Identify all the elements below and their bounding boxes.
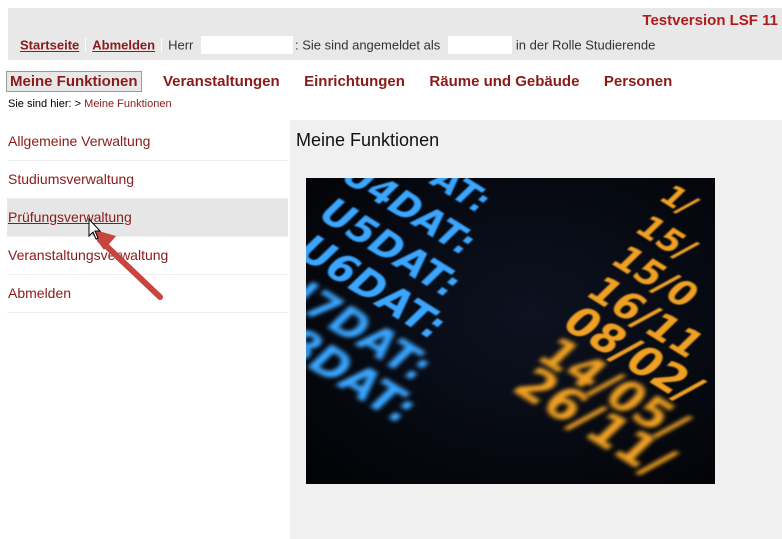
sidebar: Allgemeine Verwaltung Studiumsverwaltung…	[7, 123, 288, 313]
top-header-bar: Testversion LSF 11 Startseite Abmelden Her…	[8, 8, 782, 60]
role-text: in der Rolle Studierende	[515, 37, 656, 53]
brand-title: Testversion LSF 11	[642, 12, 778, 29]
sidebar-item-label: Veranstaltungsverwaltung	[8, 247, 169, 263]
page-title: Meine Funktionen	[296, 130, 440, 150]
separator	[161, 38, 163, 52]
tab-veranstaltungen[interactable]: Veranstaltungen	[160, 72, 283, 91]
sidebar-item-veranstaltungsverwaltung[interactable]: Veranstaltungsverwaltung	[7, 237, 288, 275]
user-bar: Startseite Abmelden Herr : Sie sind angeme…	[20, 36, 655, 54]
breadcrumb: Sie sind hier: > Meine Funktionen	[8, 98, 172, 110]
sidebar-item-pruefungsverwaltung[interactable]: Prüfungsverwaltung	[7, 199, 288, 237]
breadcrumb-current[interactable]: Meine Funktionen	[84, 98, 171, 110]
sidebar-item-studiumsverwaltung[interactable]: Studiumsverwaltung	[7, 161, 288, 199]
logout-link[interactable]: Abmelden	[92, 38, 155, 53]
separator	[85, 38, 87, 52]
sidebar-item-abmelden[interactable]: Abmelden	[7, 275, 288, 313]
salutation: Herr	[168, 37, 194, 53]
user-name-redacted	[201, 36, 293, 54]
sidebar-item-label: Studiumsverwaltung	[8, 171, 135, 187]
main-navigation: Meine Funktionen Veranstaltungen Einrich…	[6, 71, 689, 93]
breadcrumb-prefix: Sie sind hier:	[8, 98, 72, 110]
tab-personen[interactable]: Personen	[601, 72, 675, 91]
sidebar-item-label: Allgemeine Verwaltung	[8, 133, 151, 149]
screen-image-svg: U1DAT:U2DAT:U3DAT:U4DAT:U5DAT:U6DAT:U7DA…	[306, 178, 715, 484]
tab-einrichtungen[interactable]: Einrichtungen	[301, 72, 408, 91]
username-redacted	[447, 36, 512, 54]
sidebar-item-label: Abmelden	[8, 285, 72, 301]
sidebar-item-label: Prüfungsverwaltung	[8, 209, 132, 225]
start-page-link[interactable]: Startseite	[20, 38, 79, 53]
tab-meine-funktionen[interactable]: Meine Funktionen	[6, 71, 142, 92]
sidebar-item-allgemeine-verwaltung[interactable]: Allgemeine Verwaltung	[7, 123, 288, 161]
breadcrumb-separator: >	[74, 98, 82, 110]
decorative-data-screen-image: U1DAT:U2DAT:U3DAT:U4DAT:U5DAT:U6DAT:U7DA…	[306, 178, 715, 484]
main-content: Meine Funktionen U1DAT:U2DAT:U3DAT:U4DAT…	[290, 120, 782, 539]
logged-in-text: : Sie sind angemeldet als	[295, 37, 441, 53]
tab-raeume-und-gebaeude[interactable]: Räume und Gebäude	[426, 72, 582, 91]
